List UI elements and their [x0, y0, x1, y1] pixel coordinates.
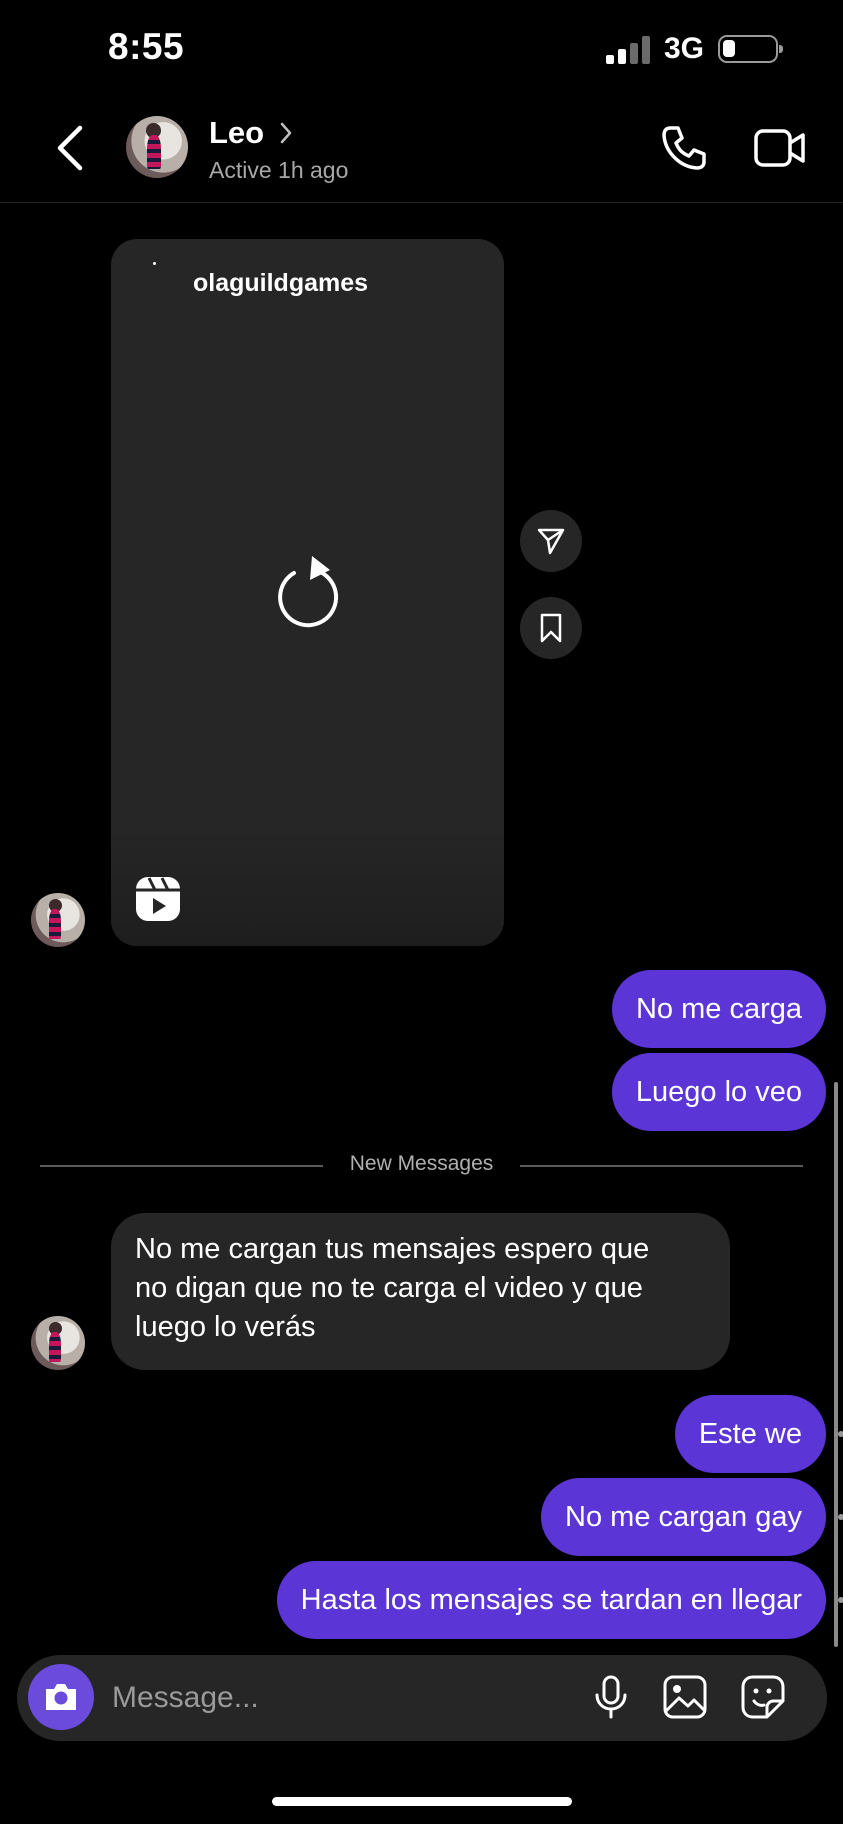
outgoing-message[interactable]: No me carga [611, 970, 826, 1048]
share-button[interactable] [520, 510, 582, 572]
avatar[interactable] [31, 1316, 85, 1370]
outgoing-message[interactable]: No me cargan gay [541, 1478, 826, 1556]
new-messages-label: New Messages [0, 1152, 843, 1176]
bookmark-icon [540, 613, 562, 643]
active-status: Active 1h ago [209, 157, 349, 183]
incoming-message[interactable]: No me cargan tus mensajes espero que no … [111, 1213, 730, 1370]
divider-line [520, 1165, 803, 1167]
camera-icon [46, 1684, 76, 1710]
avatar[interactable] [31, 893, 85, 947]
save-button[interactable] [520, 597, 582, 659]
contact-name[interactable]: Leo [209, 115, 264, 151]
signal-icon [606, 36, 650, 64]
outgoing-message[interactable]: Hasta los mensajes se tardan en llegar [276, 1561, 826, 1639]
battery-icon [718, 35, 783, 63]
outgoing-message[interactable]: Este we [674, 1395, 826, 1473]
read-indicator [838, 1514, 843, 1520]
avatar[interactable] [126, 116, 188, 178]
status-time: 8:55 [108, 26, 185, 67]
message-line: No me cargan tus mensajes espero que [135, 1233, 650, 1265]
read-indicator [838, 1431, 843, 1437]
shared-reel[interactable]: olaguildgames [111, 239, 504, 946]
camera-button[interactable] [28, 1664, 94, 1730]
message-line: no digan que no te carga el video y que [135, 1272, 643, 1304]
message-line: luego lo verás [135, 1311, 316, 1343]
home-indicator[interactable] [272, 1797, 572, 1806]
video-call-icon[interactable] [754, 128, 806, 168]
reels-icon [136, 877, 180, 921]
chevron-right-icon[interactable] [278, 120, 294, 146]
network-label: 3G [664, 32, 705, 65]
phone-icon[interactable] [660, 124, 708, 172]
send-icon [537, 528, 565, 555]
back-icon[interactable] [50, 122, 94, 174]
sticker-icon[interactable] [740, 1674, 786, 1720]
reel-username[interactable]: olaguildgames [193, 269, 368, 298]
header-divider [0, 202, 843, 203]
gallery-icon[interactable] [662, 1674, 708, 1720]
message-input[interactable] [110, 1667, 564, 1729]
microphone-icon[interactable] [588, 1674, 634, 1720]
read-indicator [838, 1597, 843, 1603]
outgoing-message[interactable]: Luego lo veo [611, 1053, 826, 1131]
scrollbar[interactable] [834, 1082, 838, 1647]
reel-dot [153, 262, 156, 265]
reload-icon[interactable] [272, 552, 344, 628]
